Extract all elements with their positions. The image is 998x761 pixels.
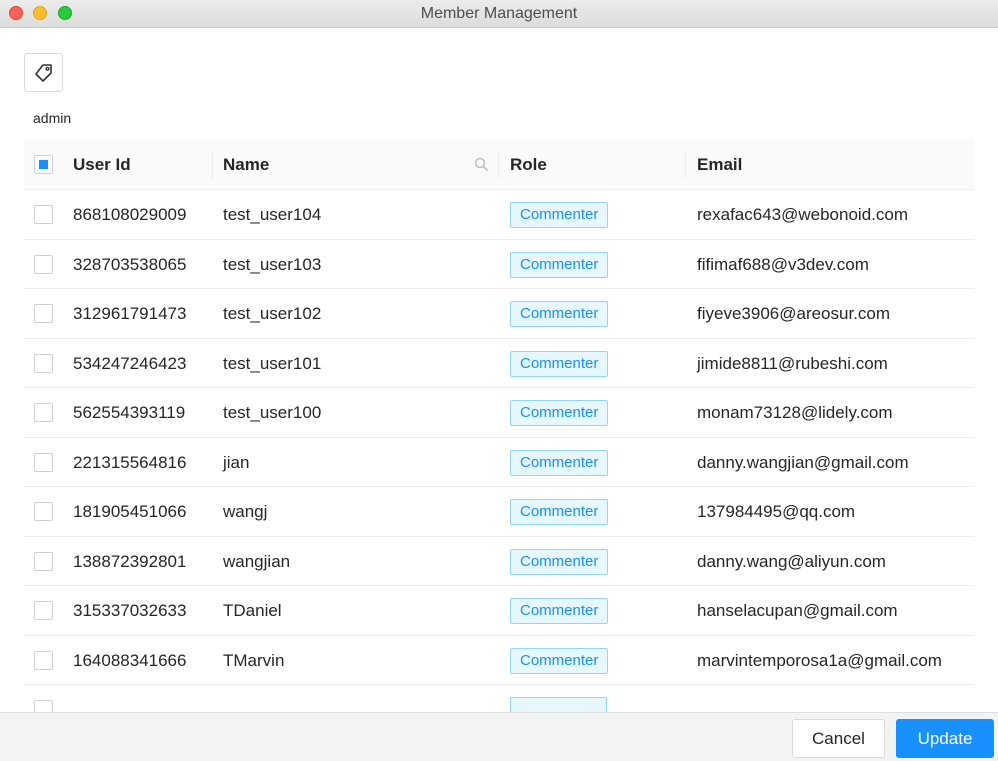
role-badge[interactable]: Commenter (510, 251, 609, 278)
user-id-cell: 328703538065 (73, 254, 187, 274)
title-bar: Member Management (0, 0, 998, 28)
row-checkbox[interactable] (34, 254, 53, 274)
column-header-name[interactable]: Name (223, 155, 269, 175)
email-cell: hanselacupan@gmail.com (697, 601, 898, 620)
table-row[interactable]: 868108029009 test_user104 Commenter rexa… (24, 190, 974, 240)
select-all-checkbox[interactable] (34, 155, 53, 174)
email-cell: 137984495@qq.com (697, 502, 856, 521)
role-badge[interactable]: Commenter (510, 499, 609, 525)
email-cell: rexafac643@webonoid.com (697, 205, 908, 224)
role-badge[interactable]: Commenter (510, 301, 609, 327)
user-id-cell: 868108029009 (73, 205, 187, 224)
role-badge[interactable]: Commenter (510, 202, 609, 228)
dialog-footer: Cancel Update (0, 712, 998, 761)
role-badge[interactable]: Commenter (510, 449, 609, 476)
user-id-cell: 534247246423 (73, 353, 187, 373)
email-cell: danny.wang@aliyun.com (697, 551, 886, 571)
table-row[interactable]: 138872392801 wangjian Commenter danny.wa… (24, 537, 974, 586)
row-checkbox[interactable] (34, 601, 53, 620)
cancel-button[interactable]: Cancel (792, 719, 885, 758)
email-cell: fiyeve3906@areosur.com (697, 304, 891, 323)
user-id-cell: 221315564816 (73, 452, 187, 472)
row-checkbox[interactable] (34, 304, 53, 323)
name-cell: TMarvin (223, 650, 285, 670)
row-checkbox[interactable] (34, 353, 53, 373)
table-row[interactable]: 562554393119 test_user100 Commenter mona… (24, 388, 974, 438)
name-cell: test_user100 (223, 403, 322, 422)
user-id-cell: 562554393119 (73, 403, 186, 422)
name-cell: test_user104 (223, 205, 322, 224)
user-id-cell: 138872392801 (73, 551, 187, 571)
email-cell: marvintemporosa1a@gmail.com (697, 650, 942, 670)
table-body: 868108029009 test_user104 Commenter rexa… (24, 190, 974, 712)
email-cell: fifimaf688@v3dev.com (697, 254, 869, 274)
role-badge[interactable]: Commenter (510, 647, 609, 674)
members-table: User Id Name Role Email 868108029009 tes… (24, 140, 974, 712)
table-row[interactable]: 164088341666 TMarvin Commenter marvintem… (24, 636, 974, 685)
table-header: User Id Name Role Email (24, 140, 974, 190)
row-checkbox[interactable] (34, 502, 53, 521)
row-checkbox[interactable] (34, 403, 53, 422)
user-id-cell: 181905451066 (73, 502, 187, 521)
row-checkbox[interactable] (34, 650, 53, 670)
user-id-cell: 315337032633 (73, 601, 187, 620)
window-title: Member Management (420, 5, 578, 22)
name-cell: TDaniel (223, 601, 282, 620)
table-row[interactable]: 312961791473 test_user102 Commenter fiye… (24, 289, 974, 339)
row-checkbox[interactable] (34, 700, 53, 712)
row-checkbox[interactable] (34, 452, 53, 472)
update-button[interactable]: Update (896, 719, 994, 758)
column-header-role[interactable]: Role (510, 155, 547, 175)
role-badge[interactable]: Commenter (510, 598, 609, 624)
role-badge[interactable]: Commenter (510, 548, 609, 575)
group-label: admin (33, 110, 72, 126)
table-row[interactable]: 221315564816 jian Commenter danny.wangji… (24, 438, 974, 487)
email-cell: monam73128@lidely.com (697, 403, 893, 422)
table-row[interactable]: 181905451066 wangj Commenter 137984495@q… (24, 487, 974, 537)
table-row[interactable]: 328703538065 test_user103 Commenter fifi… (24, 240, 974, 289)
name-cell: jian (223, 452, 250, 472)
tag-icon (34, 63, 52, 82)
email-cell: danny.wangjian@gmail.com (697, 452, 909, 472)
name-cell: test_user101 (223, 353, 322, 373)
user-id-cell: 164088341666 (73, 650, 187, 670)
role-badge[interactable]: Commenter (510, 400, 609, 426)
name-cell: wangj (223, 502, 268, 521)
name-cell: wangjian (223, 551, 291, 571)
row-checkbox[interactable] (34, 205, 53, 224)
email-cell: jimide8811@rubeshi.com (697, 353, 888, 373)
role-badge[interactable]: Commenter (510, 350, 609, 377)
row-checkbox[interactable] (34, 551, 53, 571)
column-header-email[interactable]: Email (697, 155, 742, 175)
role-badge[interactable] (510, 697, 607, 712)
column-header-user-id[interactable]: User Id (73, 155, 131, 175)
search-icon[interactable] (474, 157, 489, 172)
table-row[interactable]: 534247246423 test_user101 Commenter jimi… (24, 339, 974, 388)
tag-button[interactable] (24, 53, 63, 92)
name-cell: test_user102 (223, 304, 322, 323)
table-row-partial[interactable] (24, 685, 974, 712)
table-row[interactable]: 315337032633 TDaniel Commenter hanselacu… (24, 586, 974, 636)
name-cell: test_user103 (223, 254, 322, 274)
member-management-window: Member Management admin User Id Name Rol… (0, 0, 998, 761)
user-id-cell: 312961791473 (73, 304, 187, 323)
